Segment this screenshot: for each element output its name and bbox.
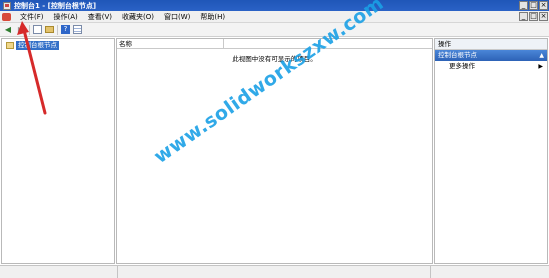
collapse-up-icon[interactable]: ▲ bbox=[539, 50, 544, 61]
more-actions-item[interactable]: 更多操作 ▶ bbox=[435, 61, 547, 72]
system-menu-icon[interactable] bbox=[2, 12, 11, 21]
toolbar-separator bbox=[57, 24, 58, 35]
close-button[interactable]: × bbox=[539, 1, 548, 10]
child-window-controls: _ □ × bbox=[519, 12, 548, 21]
menu-favorites[interactable]: 收藏夹(O) bbox=[117, 12, 159, 22]
tree-node-label[interactable]: 控制台根节点 bbox=[16, 41, 59, 50]
minimize-button[interactable]: _ bbox=[519, 1, 528, 10]
more-actions-label: 更多操作 bbox=[449, 62, 475, 70]
folder-icon[interactable] bbox=[45, 26, 54, 33]
results-pane: 名称 此视图中没有可显示的项目。 bbox=[116, 38, 433, 264]
submenu-arrow-icon: ▶ bbox=[538, 63, 543, 70]
window-controls: _ □ × bbox=[519, 1, 548, 10]
status-cell bbox=[118, 266, 431, 278]
child-restore-button[interactable]: □ bbox=[529, 12, 538, 21]
forward-icon[interactable]: ▶ bbox=[16, 25, 26, 35]
console-tree-pane: 控制台根节点 bbox=[1, 38, 115, 264]
help-icon[interactable]: ? bbox=[61, 25, 70, 34]
toolbar: ◀ ▶ ? bbox=[0, 23, 549, 37]
console-app-icon bbox=[3, 1, 11, 10]
actions-section-header[interactable]: 控制台根节点 ▲ bbox=[435, 50, 547, 61]
child-minimize-button[interactable]: _ bbox=[519, 12, 528, 21]
actions-pane-header: 操作 bbox=[435, 39, 547, 50]
show-tree-icon[interactable] bbox=[33, 25, 42, 34]
empty-view-message: 此视图中没有可显示的项目。 bbox=[232, 55, 317, 63]
window-titlebar[interactable]: 控制台1 - [控制台根节点] _ □ × bbox=[0, 0, 549, 11]
column-header-name[interactable]: 名称 bbox=[117, 39, 224, 49]
menu-action[interactable]: 操作(A) bbox=[49, 12, 83, 22]
status-cell bbox=[0, 266, 118, 278]
actions-pane: 操作 控制台根节点 ▲ 更多操作 ▶ bbox=[434, 38, 548, 264]
menu-bar: 文件(F) 操作(A) 查看(V) 收藏夹(O) 窗口(W) 帮助(H) _ □… bbox=[0, 11, 549, 23]
actions-section-title: 控制台根节点 bbox=[438, 51, 477, 59]
toolbar-separator bbox=[29, 24, 30, 35]
menu-help[interactable]: 帮助(H) bbox=[195, 12, 230, 22]
window-title: 控制台1 - [控制台根节点] bbox=[14, 1, 97, 10]
menu-file[interactable]: 文件(F) bbox=[15, 12, 49, 22]
status-bar bbox=[0, 265, 549, 278]
menu-view[interactable]: 查看(V) bbox=[83, 12, 117, 22]
back-icon[interactable]: ◀ bbox=[3, 25, 13, 35]
maximize-button[interactable]: □ bbox=[529, 1, 538, 10]
folder-icon bbox=[6, 42, 14, 49]
list-icon[interactable] bbox=[73, 25, 82, 34]
tree-node-root[interactable]: 控制台根节点 bbox=[6, 41, 59, 50]
column-header-empty bbox=[224, 39, 432, 49]
status-cell bbox=[431, 266, 549, 278]
column-header-row: 名称 bbox=[117, 39, 432, 49]
child-close-button[interactable]: × bbox=[539, 12, 548, 21]
menu-window[interactable]: 窗口(W) bbox=[159, 12, 195, 22]
